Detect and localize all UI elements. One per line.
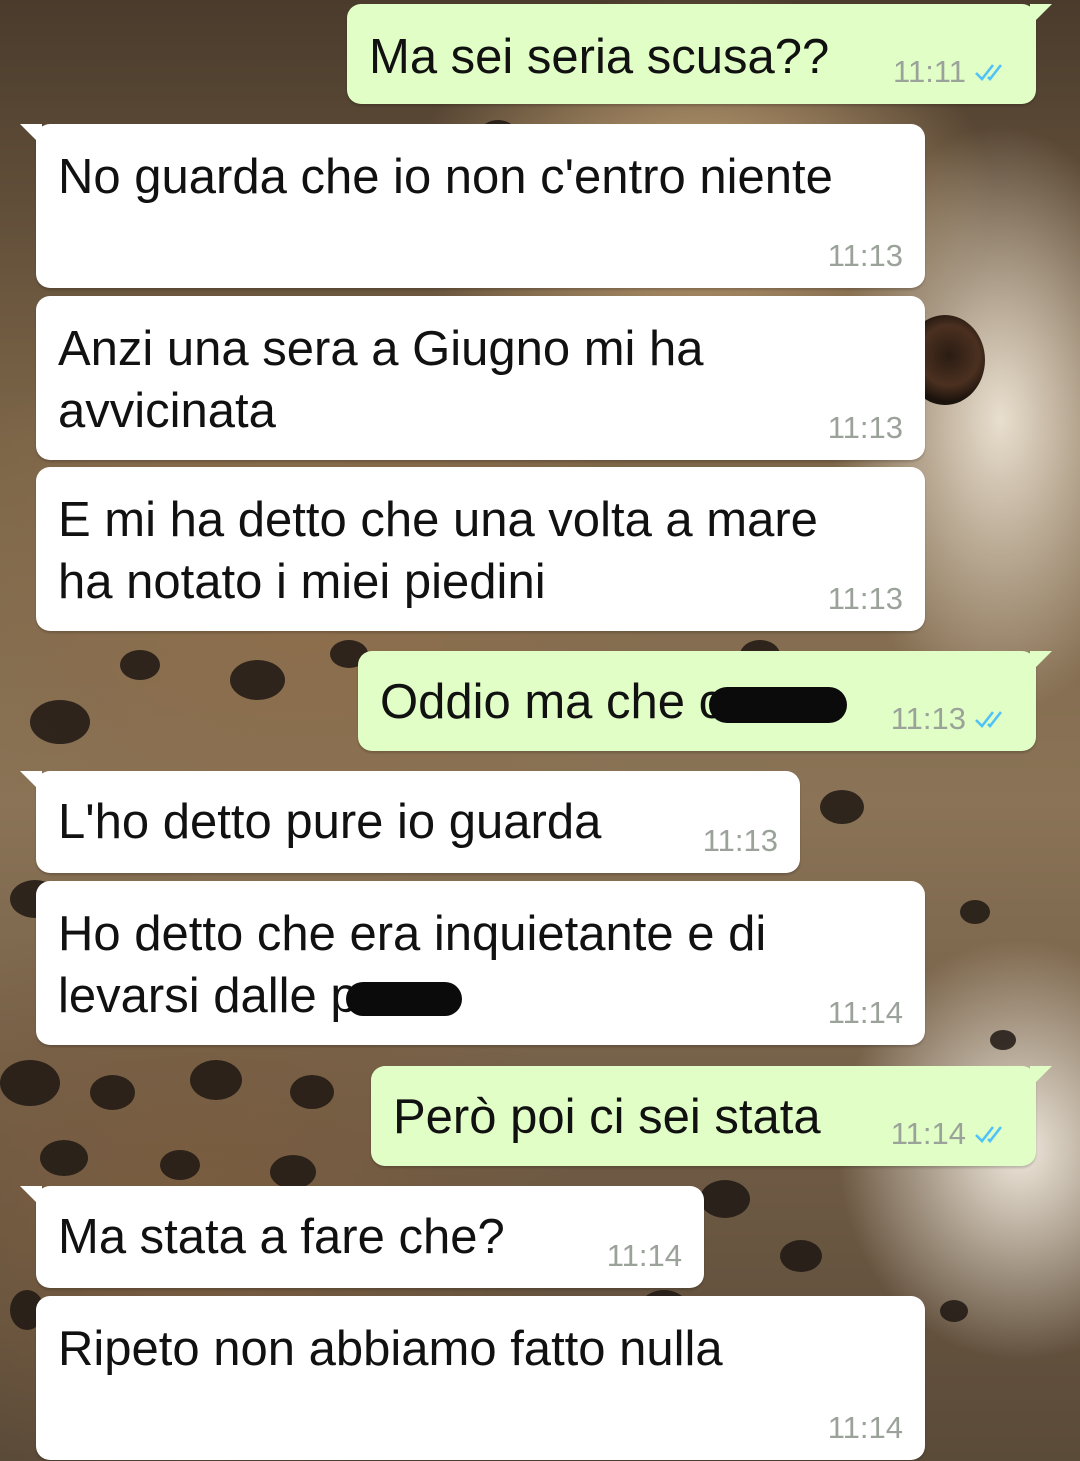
message-bubble-outgoing[interactable]: Però poi ci sei stata 11:14 <box>371 1066 1052 1166</box>
message-text: Ho detto che era inquietante e di levars… <box>58 903 845 1027</box>
message-meta: 11:14 <box>828 995 903 1031</box>
message-meta: 11:14 <box>891 1116 1014 1152</box>
message-time: 11:13 <box>827 581 903 616</box>
message-time: 11:13 <box>827 410 903 445</box>
message-bubble-incoming[interactable]: L'ho detto pure io guarda 11:13 <box>20 771 800 873</box>
message-meta: 11:13 <box>703 823 778 859</box>
message-bubble-outgoing[interactable]: Ma sei seria scusa?? 11:11 <box>347 4 1052 104</box>
message-meta: 11:11 <box>893 54 1014 90</box>
message-meta: 11:13 <box>828 581 903 617</box>
message-text-visible: Oddio ma che c <box>380 675 724 729</box>
message-time: 11:13 <box>890 701 966 736</box>
censor-bar <box>345 982 462 1017</box>
message-text: Ripeto non abbiamo fatto nulla <box>58 1322 723 1376</box>
double-check-icon <box>975 64 1003 81</box>
message-text: Anzi una sera a Giugno mi ha avvicinata <box>58 322 704 438</box>
message-time: 11:14 <box>606 1238 682 1273</box>
message-meta: 11:13 <box>828 238 903 274</box>
message-bubble-incoming[interactable]: No guarda che io non c'entro niente 11:1… <box>20 124 925 288</box>
message-bubble-incoming[interactable]: Anzi una sera a Giugno mi ha avvicinata … <box>36 296 925 460</box>
message-meta: 11:13 <box>828 410 903 446</box>
message-meta: 11:13 <box>891 701 1014 737</box>
message-meta: 11:14 <box>607 1238 682 1274</box>
message-time: 11:14 <box>827 995 903 1030</box>
message-time: 11:11 <box>893 54 966 89</box>
message-text: No guarda che io non c'entro niente <box>58 150 833 204</box>
message-bubble-incoming[interactable]: Ripeto non abbiamo fatto nulla 11:14 <box>36 1296 925 1460</box>
message-bubble-incoming[interactable]: E mi ha detto che una volta a mare ha no… <box>36 467 925 631</box>
message-text: L'ho detto pure io guarda <box>58 795 602 849</box>
censor-bar <box>709 687 848 724</box>
message-text: E mi ha detto che una volta a mare ha no… <box>58 493 818 609</box>
message-time: 11:13 <box>702 823 778 858</box>
message-time: 11:13 <box>827 238 903 273</box>
double-check-icon <box>975 711 1003 728</box>
message-bubble-incoming[interactable]: Ma stata a fare che? 11:14 <box>20 1186 704 1288</box>
message-text: Ma stata a fare che? <box>58 1210 505 1264</box>
message-meta: 11:14 <box>828 1410 903 1446</box>
message-time: 11:14 <box>827 1410 903 1445</box>
message-bubble-incoming[interactable]: Ho detto che era inquietante e di levars… <box>36 881 925 1045</box>
message-time: 11:14 <box>890 1116 966 1151</box>
double-check-icon <box>975 1126 1003 1143</box>
message-bubble-outgoing[interactable]: Oddio ma che c 11:13 <box>358 651 1052 751</box>
